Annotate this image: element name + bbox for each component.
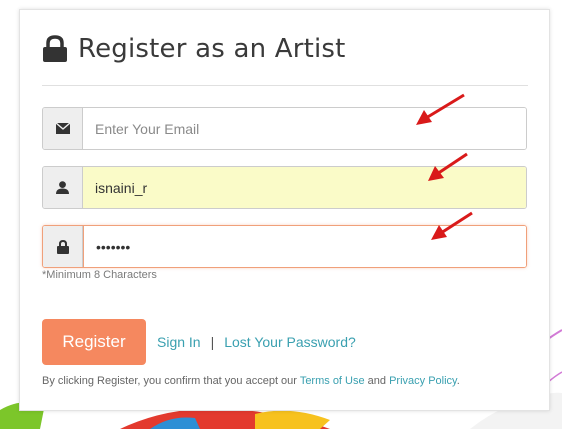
sign-in-link[interactable]: Sign In: [157, 334, 201, 350]
red-arrow-icon: [416, 93, 465, 125]
lock-icon: [43, 35, 67, 62]
consent-suffix: .: [456, 375, 460, 387]
register-button[interactable]: Register: [42, 319, 146, 365]
username-addon: [43, 167, 83, 208]
lock-icon: [56, 239, 69, 254]
page-title: Register as an Artist: [78, 34, 346, 64]
password-hint: *Minimum 8 Characters: [42, 269, 157, 281]
email-addon: [43, 108, 83, 149]
link-separator: |: [210, 334, 215, 350]
title-row: Register as an Artist: [42, 34, 346, 64]
envelope-icon: [55, 123, 70, 134]
password-addon: [43, 226, 83, 267]
consent-text: By clicking Register, you confirm that y…: [42, 375, 460, 387]
auth-links: Sign In | Lost Your Password?: [157, 334, 356, 350]
title-divider: [42, 85, 528, 86]
consent-middle: and: [364, 375, 390, 387]
user-icon: [56, 181, 69, 194]
lost-password-link[interactable]: Lost Your Password?: [224, 334, 356, 350]
privacy-link[interactable]: Privacy Policy: [389, 375, 457, 387]
terms-link[interactable]: Terms of Use: [300, 375, 365, 387]
red-arrow-icon: [428, 152, 468, 181]
consent-prefix: By clicking Register, you confirm that y…: [42, 375, 300, 387]
red-arrow-icon: [431, 211, 473, 240]
